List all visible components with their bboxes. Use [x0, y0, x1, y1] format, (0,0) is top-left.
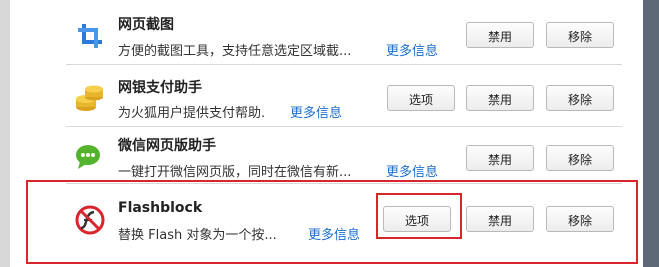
addon-item-wechat-helper[interactable]: 微信网页版助手 一键打开微信网页版，同时在微信有新... 更多信息 禁用 移除	[66, 127, 622, 184]
addon-description: 方便的截图工具，支持任意选定区域截...	[118, 44, 352, 59]
highlight-box-options-button	[376, 193, 462, 239]
options-button[interactable]: 选项	[387, 85, 455, 111]
left-sidebar-edge	[0, 0, 10, 267]
crop-icon	[78, 24, 102, 48]
more-info-link[interactable]: 更多信息	[290, 102, 342, 121]
highlight-box-flashblock-row	[26, 180, 638, 264]
wechat-icon	[76, 145, 100, 169]
addon-description: 为火狐用户提供支付帮助.	[118, 106, 266, 121]
disable-button[interactable]: 禁用	[466, 145, 534, 171]
addon-name: 网银支付助手	[118, 80, 202, 96]
addon-name: 网页截图	[118, 17, 174, 33]
gold-coins-icon	[76, 85, 103, 111]
disable-button[interactable]: 禁用	[466, 22, 534, 48]
remove-button[interactable]: 移除	[546, 22, 614, 48]
more-info-link[interactable]: 更多信息	[386, 161, 438, 180]
more-info-link[interactable]: 更多信息	[386, 40, 438, 59]
addon-item-payment-helper[interactable]: 网银支付助手 为火狐用户提供支付帮助. 更多信息 选项 禁用 移除	[66, 65, 622, 127]
remove-button[interactable]: 移除	[546, 145, 614, 171]
disable-button[interactable]: 禁用	[466, 85, 534, 111]
addon-description: 一键打开微信网页版，同时在微信有新...	[118, 165, 352, 180]
right-scroll-edge[interactable]	[643, 0, 659, 267]
addon-name: 微信网页版助手	[118, 138, 216, 154]
remove-button[interactable]: 移除	[546, 85, 614, 111]
addon-item-screenshot[interactable]: 网页截图 方便的截图工具，支持任意选定区域截... 更多信息 禁用 移除	[66, 0, 622, 65]
